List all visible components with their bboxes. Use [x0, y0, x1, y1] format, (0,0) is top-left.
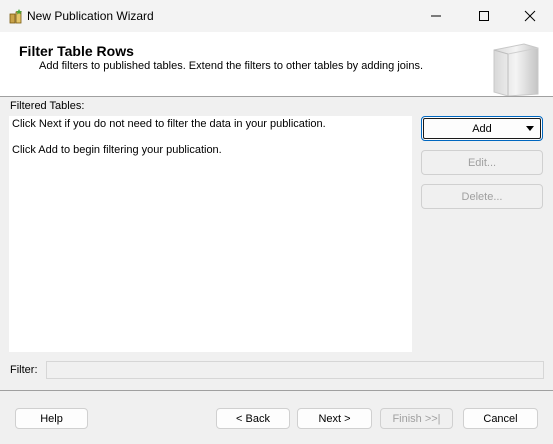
delete-button-label: Delete... — [461, 190, 503, 203]
filtered-tables-list[interactable]: Click Next if you do not need to filter … — [9, 116, 412, 352]
edit-button[interactable]: Edit... — [421, 150, 543, 175]
cancel-button-label: Cancel — [483, 412, 518, 425]
filtered-tables-label: Filtered Tables: — [10, 100, 85, 112]
filter-label: Filter: — [10, 364, 38, 376]
finish-button[interactable]: Finish >>| — [380, 408, 453, 429]
help-button[interactable]: Help — [15, 408, 88, 429]
cancel-button[interactable]: Cancel — [463, 408, 538, 429]
wizard-header: Filter Table Rows Add filters to publish… — [0, 32, 553, 97]
dropdown-arrow-icon — [526, 126, 534, 131]
wizard-graphic-icon — [493, 43, 539, 96]
filter-field[interactable] — [46, 361, 544, 379]
minimize-button[interactable] — [413, 0, 459, 32]
maximize-button[interactable] — [461, 0, 507, 32]
next-button-label: Next > — [318, 412, 351, 425]
footer-divider — [0, 390, 553, 391]
next-button[interactable]: Next > — [297, 408, 372, 429]
close-icon — [524, 10, 536, 22]
help-button-label: Help — [40, 412, 63, 425]
maximize-icon — [479, 11, 489, 21]
list-item: Click Next if you do not need to filter … — [12, 118, 326, 130]
page-subtitle: Add filters to published tables. Extend … — [39, 60, 424, 72]
minimize-icon — [431, 15, 441, 17]
page-title: Filter Table Rows — [19, 43, 134, 59]
edit-button-label: Edit... — [467, 156, 497, 169]
wizard-app-icon — [9, 9, 22, 24]
close-button[interactable] — [507, 0, 553, 32]
finish-button-label: Finish >>| — [392, 412, 441, 425]
window-title: New Publication Wizard — [27, 9, 154, 23]
add-button[interactable]: Add — [421, 116, 543, 141]
back-button-label: < Back — [236, 412, 270, 425]
add-button-label: Add — [472, 122, 492, 135]
back-button[interactable]: < Back — [216, 408, 290, 429]
delete-button[interactable]: Delete... — [421, 184, 543, 209]
list-item: Click Add to begin filtering your public… — [12, 144, 222, 156]
